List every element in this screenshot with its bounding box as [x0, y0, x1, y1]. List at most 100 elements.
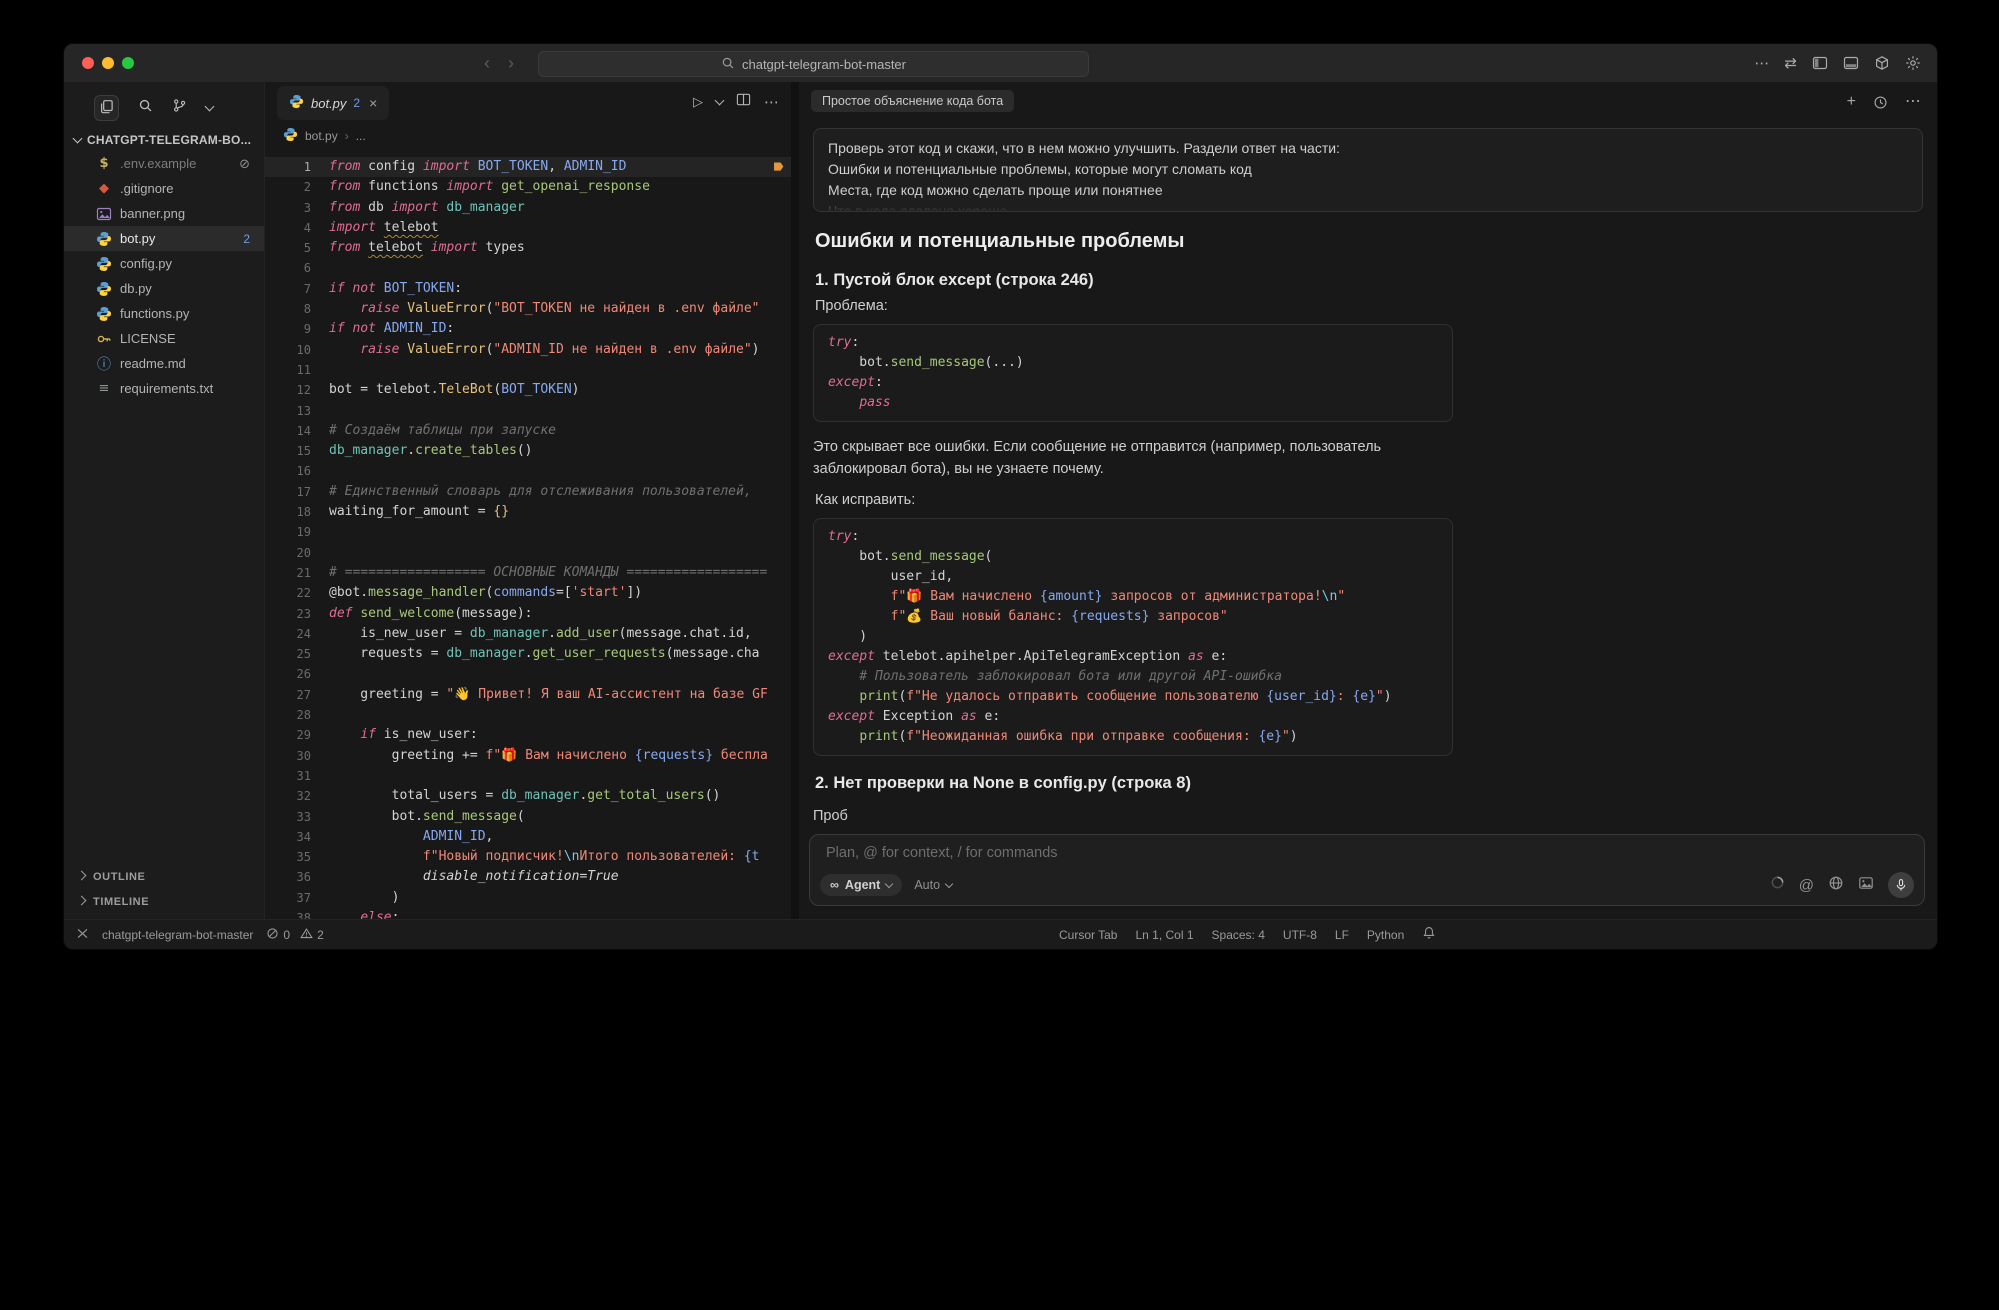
- code-line-1[interactable]: 1from config import BOT_TOKEN, ADMIN_ID: [265, 157, 791, 177]
- code-line-37[interactable]: 37 ): [265, 888, 791, 908]
- project-root-item[interactable]: CHATGPT-TELEGRAM-BO...: [64, 125, 264, 151]
- code-line-14[interactable]: 14# Создаём таблицы при запуске: [265, 421, 791, 441]
- code-line-30[interactable]: 30 greeting += f"🎁 Вам начислено {reques…: [265, 746, 791, 766]
- mention-icon[interactable]: @: [1799, 877, 1814, 894]
- code-line-36[interactable]: 36 disable_notification=True: [265, 867, 791, 887]
- line-number[interactable]: 25: [265, 644, 329, 664]
- explorer-icon[interactable]: [94, 95, 119, 121]
- line-number[interactable]: 14: [265, 421, 329, 441]
- code-line-32[interactable]: 32 total_users = db_manager.get_total_us…: [265, 786, 791, 806]
- code-line-21[interactable]: 21# ================== ОСНОВНЫЕ КОМАНДЫ …: [265, 563, 791, 583]
- line-number[interactable]: 36: [265, 867, 329, 887]
- chat-title-chip[interactable]: Простое объяснение кода бота: [811, 90, 1014, 112]
- code-line-3[interactable]: 3from db import db_manager: [265, 198, 791, 218]
- toggle-bottom-panel-icon[interactable]: [1843, 55, 1859, 71]
- minimize-window-button[interactable]: [102, 57, 114, 69]
- new-chat-icon[interactable]: +: [1847, 94, 1856, 110]
- breadcrumb[interactable]: bot.py › ...: [265, 122, 791, 150]
- line-number[interactable]: 18: [265, 502, 329, 522]
- line-number[interactable]: 15: [265, 441, 329, 461]
- model-selector[interactable]: Auto: [914, 878, 952, 892]
- remote-window-icon[interactable]: [76, 927, 89, 943]
- timeline-section[interactable]: TIMELINE: [64, 889, 264, 914]
- code-line-13[interactable]: 13: [265, 401, 791, 421]
- code-line-33[interactable]: 33 bot.send_message(: [265, 807, 791, 827]
- line-number[interactable]: 21: [265, 563, 329, 583]
- line-number[interactable]: 27: [265, 685, 329, 705]
- extensions-box-icon[interactable]: [1874, 55, 1890, 71]
- line-number[interactable]: 34: [265, 827, 329, 847]
- line-number[interactable]: 37: [265, 888, 329, 908]
- line-number[interactable]: 22: [265, 583, 329, 603]
- line-number[interactable]: 2: [265, 177, 329, 197]
- code-line-9[interactable]: 9if not ADMIN_ID:: [265, 319, 791, 339]
- chat-input-box[interactable]: ∞ Agent Auto @: [809, 834, 1925, 906]
- close-window-button[interactable]: [82, 57, 94, 69]
- line-number[interactable]: 5: [265, 238, 329, 258]
- split-editor-icon[interactable]: [736, 92, 751, 112]
- code-line-35[interactable]: 35 f"Новый подписчик!\nИтого пользовател…: [265, 847, 791, 867]
- line-number[interactable]: 4: [265, 218, 329, 238]
- breadcrumb-more[interactable]: ...: [356, 129, 366, 143]
- code-line-29[interactable]: 29 if is_new_user:: [265, 725, 791, 745]
- line-number[interactable]: 26: [265, 664, 329, 684]
- code-line-24[interactable]: 24 is_new_user = db_manager.add_user(mes…: [265, 624, 791, 644]
- line-number[interactable]: 24: [265, 624, 329, 644]
- code-line-17[interactable]: 17# Единственный словарь для отслеживани…: [265, 482, 791, 502]
- forward-icon[interactable]: ›: [508, 53, 514, 74]
- code-block-fix[interactable]: try: bot.send_message( user_id, f"🎁 Вам …: [813, 518, 1453, 756]
- file-item-functions.py[interactable]: functions.py: [64, 301, 264, 326]
- code-line-28[interactable]: 28: [265, 705, 791, 725]
- line-number[interactable]: 17: [265, 482, 329, 502]
- chat-more-icon[interactable]: ⋯: [1905, 94, 1921, 110]
- file-item-.env.example[interactable]: $.env.example⊘: [64, 151, 264, 176]
- code-line-2[interactable]: 2from functions import get_openai_respon…: [265, 177, 791, 197]
- code-line-5[interactable]: 5from telebot import types: [265, 238, 791, 258]
- chat-messages[interactable]: Проверь этот код и скажи, что в нем можн…: [799, 122, 1937, 834]
- line-number[interactable]: 8: [265, 299, 329, 319]
- file-item-.gitignore[interactable]: ◆.gitignore: [64, 176, 264, 201]
- line-number[interactable]: 28: [265, 705, 329, 725]
- code-line-11[interactable]: 11: [265, 360, 791, 380]
- cursor-tab-toggle[interactable]: Cursor Tab: [1059, 928, 1117, 942]
- line-number[interactable]: 29: [265, 725, 329, 745]
- file-item-config.py[interactable]: config.py: [64, 251, 264, 276]
- code-line-8[interactable]: 8 raise ValueError("BOT_TOKEN не найден …: [265, 299, 791, 319]
- titlebar-search[interactable]: chatgpt-telegram-bot-master: [538, 51, 1089, 77]
- file-item-bot.py[interactable]: bot.py2: [64, 226, 264, 251]
- run-dropdown-chevron-icon[interactable]: [715, 96, 725, 106]
- code-line-31[interactable]: 31: [265, 766, 791, 786]
- code-line-34[interactable]: 34 ADMIN_ID,: [265, 827, 791, 847]
- file-item-LICENSE[interactable]: LICENSE: [64, 326, 264, 351]
- settings-gear-icon[interactable]: [1905, 55, 1921, 71]
- voice-mic-icon[interactable]: [1888, 872, 1914, 898]
- run-file-icon[interactable]: ▷: [693, 94, 703, 110]
- problems-indicator[interactable]: 0 2: [266, 927, 323, 943]
- line-number[interactable]: 6: [265, 258, 329, 278]
- agent-mode-selector[interactable]: ∞ Agent: [820, 874, 902, 896]
- file-item-banner.png[interactable]: banner.png: [64, 201, 264, 226]
- outline-section[interactable]: OUTLINE: [64, 864, 264, 889]
- file-item-requirements.txt[interactable]: ≡requirements.txt: [64, 376, 264, 401]
- line-number[interactable]: 30: [265, 746, 329, 766]
- tab-bot-py[interactable]: bot.py 2 ×: [277, 86, 389, 120]
- line-number[interactable]: 9: [265, 319, 329, 339]
- line-number[interactable]: 31: [265, 766, 329, 786]
- line-number[interactable]: 1: [265, 157, 329, 177]
- code-line-22[interactable]: 22@bot.message_handler(commands=['start'…: [265, 583, 791, 603]
- history-clock-icon[interactable]: [1873, 95, 1888, 110]
- language-mode[interactable]: Python: [1367, 928, 1404, 942]
- eol-setting[interactable]: LF: [1335, 928, 1349, 942]
- code-line-19[interactable]: 19: [265, 522, 791, 542]
- web-globe-icon[interactable]: [1828, 875, 1844, 896]
- file-item-db.py[interactable]: db.py: [64, 276, 264, 301]
- editor-more-icon[interactable]: ⋯: [764, 95, 779, 110]
- indentation-setting[interactable]: Spaces: 4: [1212, 928, 1265, 942]
- line-number[interactable]: 32: [265, 786, 329, 806]
- line-number[interactable]: 33: [265, 807, 329, 827]
- sidebar-more-chevron-icon[interactable]: [205, 102, 215, 112]
- swap-panels-icon[interactable]: ⇄: [1784, 56, 1797, 71]
- breadcrumb-file[interactable]: bot.py: [305, 129, 338, 143]
- code-line-16[interactable]: 16: [265, 461, 791, 481]
- line-number[interactable]: 12: [265, 380, 329, 400]
